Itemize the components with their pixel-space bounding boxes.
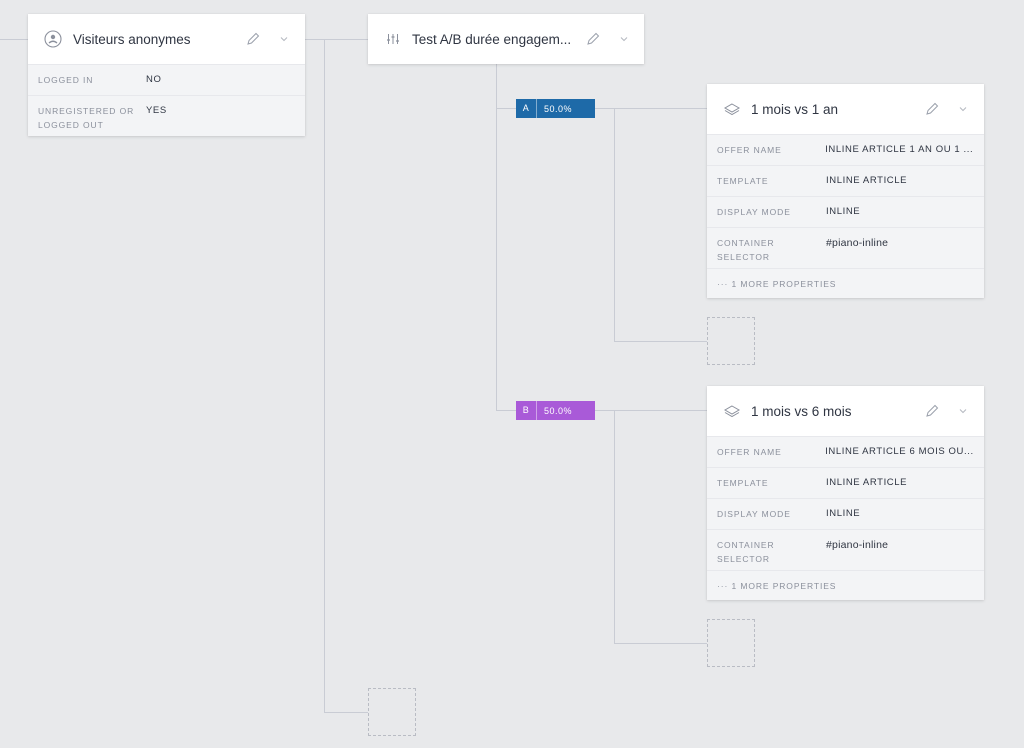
connector-b-to-slot xyxy=(614,643,707,644)
property-value: #piano-inline xyxy=(826,539,889,551)
property-row: OFFER NAME INLINE ARTICLE 6 MOIS OU... xyxy=(707,436,984,467)
offer-title: 1 mois vs 1 an xyxy=(751,101,839,117)
connector-to-empty-slot xyxy=(324,712,368,713)
chevron-down-icon[interactable] xyxy=(278,33,290,45)
chevron-down-icon[interactable] xyxy=(618,33,630,45)
empty-drop-slot[interactable] xyxy=(707,619,755,667)
variant-percent: 50.0% xyxy=(544,405,573,416)
connector-trunk xyxy=(324,39,325,712)
property-value: #piano-inline xyxy=(826,237,889,249)
variant-letter: B xyxy=(516,401,537,420)
offer-card-b[interactable]: 1 mois vs 6 mois OFFER NAME INLINE ARTIC… xyxy=(707,386,984,600)
property-row: UNREGISTERED OR LOGGED OUT YES xyxy=(28,95,305,136)
connector-a-to-slot xyxy=(614,341,707,342)
connector-branch-b xyxy=(496,410,516,411)
property-row: CONTAINER SELECTOR #piano-inline xyxy=(707,529,984,570)
property-value: INLINE xyxy=(826,206,861,217)
property-key: CONTAINER SELECTOR xyxy=(717,540,775,564)
more-properties-link[interactable]: ··· 1 MORE PROPERTIES xyxy=(707,268,984,298)
offer-card-a[interactable]: 1 mois vs 1 an OFFER NAME INLINE ARTICLE… xyxy=(707,84,984,298)
user-circle-icon xyxy=(44,30,62,48)
ab-test-card[interactable]: Test A/B durée engagem... xyxy=(368,14,644,64)
property-row: DISPLAY MODE INLINE xyxy=(707,498,984,529)
connector-left-stub xyxy=(0,39,28,40)
offer-card-header[interactable]: 1 mois vs 1 an xyxy=(707,84,984,134)
pencil-icon[interactable] xyxy=(923,100,941,118)
property-value: INLINE ARTICLE xyxy=(826,175,908,186)
property-key: UNREGISTERED OR LOGGED OUT xyxy=(38,106,135,130)
property-key: DISPLAY MODE xyxy=(717,509,791,519)
property-key: OFFER NAME xyxy=(717,145,782,155)
property-value: YES xyxy=(146,105,167,116)
property-row: TEMPLATE INLINE ARTICLE xyxy=(707,467,984,498)
property-key: LOGGED IN xyxy=(38,75,94,85)
segment-card-header[interactable]: Visiteurs anonymes xyxy=(28,14,305,64)
property-value: NO xyxy=(146,74,162,85)
connector-branch-a xyxy=(496,108,516,109)
layers-icon xyxy=(723,404,741,418)
more-properties-link[interactable]: ··· 1 MORE PROPERTIES xyxy=(707,570,984,600)
empty-drop-slot[interactable] xyxy=(368,688,416,736)
property-key: TEMPLATE xyxy=(717,478,769,488)
property-key: DISPLAY MODE xyxy=(717,207,791,217)
connector-test-branch xyxy=(496,64,497,411)
pencil-icon[interactable] xyxy=(244,30,262,48)
variant-letter: A xyxy=(516,99,537,118)
property-value: INLINE ARTICLE 1 AN OU 1 ... xyxy=(825,144,974,155)
sliders-icon xyxy=(386,32,400,46)
connector-b-to-offer xyxy=(595,410,707,411)
property-key: CONTAINER SELECTOR xyxy=(717,238,775,262)
offer-properties: OFFER NAME INLINE ARTICLE 6 MOIS OU... T… xyxy=(707,436,984,600)
empty-drop-slot[interactable] xyxy=(707,317,755,365)
property-row: TEMPLATE INLINE ARTICLE xyxy=(707,165,984,196)
property-row: LOGGED IN NO xyxy=(28,64,305,95)
property-value: INLINE ARTICLE 6 MOIS OU... xyxy=(825,446,974,457)
variant-a-badge[interactable]: A 50.0% xyxy=(516,99,595,118)
property-row: OFFER NAME INLINE ARTICLE 1 AN OU 1 ... xyxy=(707,134,984,165)
property-row: DISPLAY MODE INLINE xyxy=(707,196,984,227)
connector-a-to-offer xyxy=(595,108,707,109)
offer-title: 1 mois vs 6 mois xyxy=(751,403,852,419)
ab-test-card-header[interactable]: Test A/B durée engagem... xyxy=(368,14,644,64)
connector-segment-to-test xyxy=(305,39,368,40)
property-key: OFFER NAME xyxy=(717,447,782,457)
chevron-down-icon[interactable] xyxy=(957,405,969,417)
property-key: TEMPLATE xyxy=(717,176,769,186)
property-value: INLINE xyxy=(826,508,861,519)
property-value: INLINE ARTICLE xyxy=(826,477,908,488)
chevron-down-icon[interactable] xyxy=(957,103,969,115)
pencil-icon[interactable] xyxy=(584,30,602,48)
layers-icon xyxy=(723,102,741,116)
pencil-icon[interactable] xyxy=(923,402,941,420)
connector-a-vertical xyxy=(614,108,615,341)
segment-title: Visiteurs anonymes xyxy=(73,31,191,47)
connector-b-vertical xyxy=(614,410,615,643)
offer-properties: OFFER NAME INLINE ARTICLE 1 AN OU 1 ... … xyxy=(707,134,984,298)
segment-card[interactable]: Visiteurs anonymes LOGGED IN NO UNREGIST… xyxy=(28,14,305,136)
property-row: CONTAINER SELECTOR #piano-inline xyxy=(707,227,984,268)
variant-b-badge[interactable]: B 50.0% xyxy=(516,401,595,420)
offer-card-header[interactable]: 1 mois vs 6 mois xyxy=(707,386,984,436)
variant-percent: 50.0% xyxy=(544,103,573,114)
ab-test-title: Test A/B durée engagem... xyxy=(412,31,572,47)
segment-properties: LOGGED IN NO UNREGISTERED OR LOGGED OUT … xyxy=(28,64,305,136)
